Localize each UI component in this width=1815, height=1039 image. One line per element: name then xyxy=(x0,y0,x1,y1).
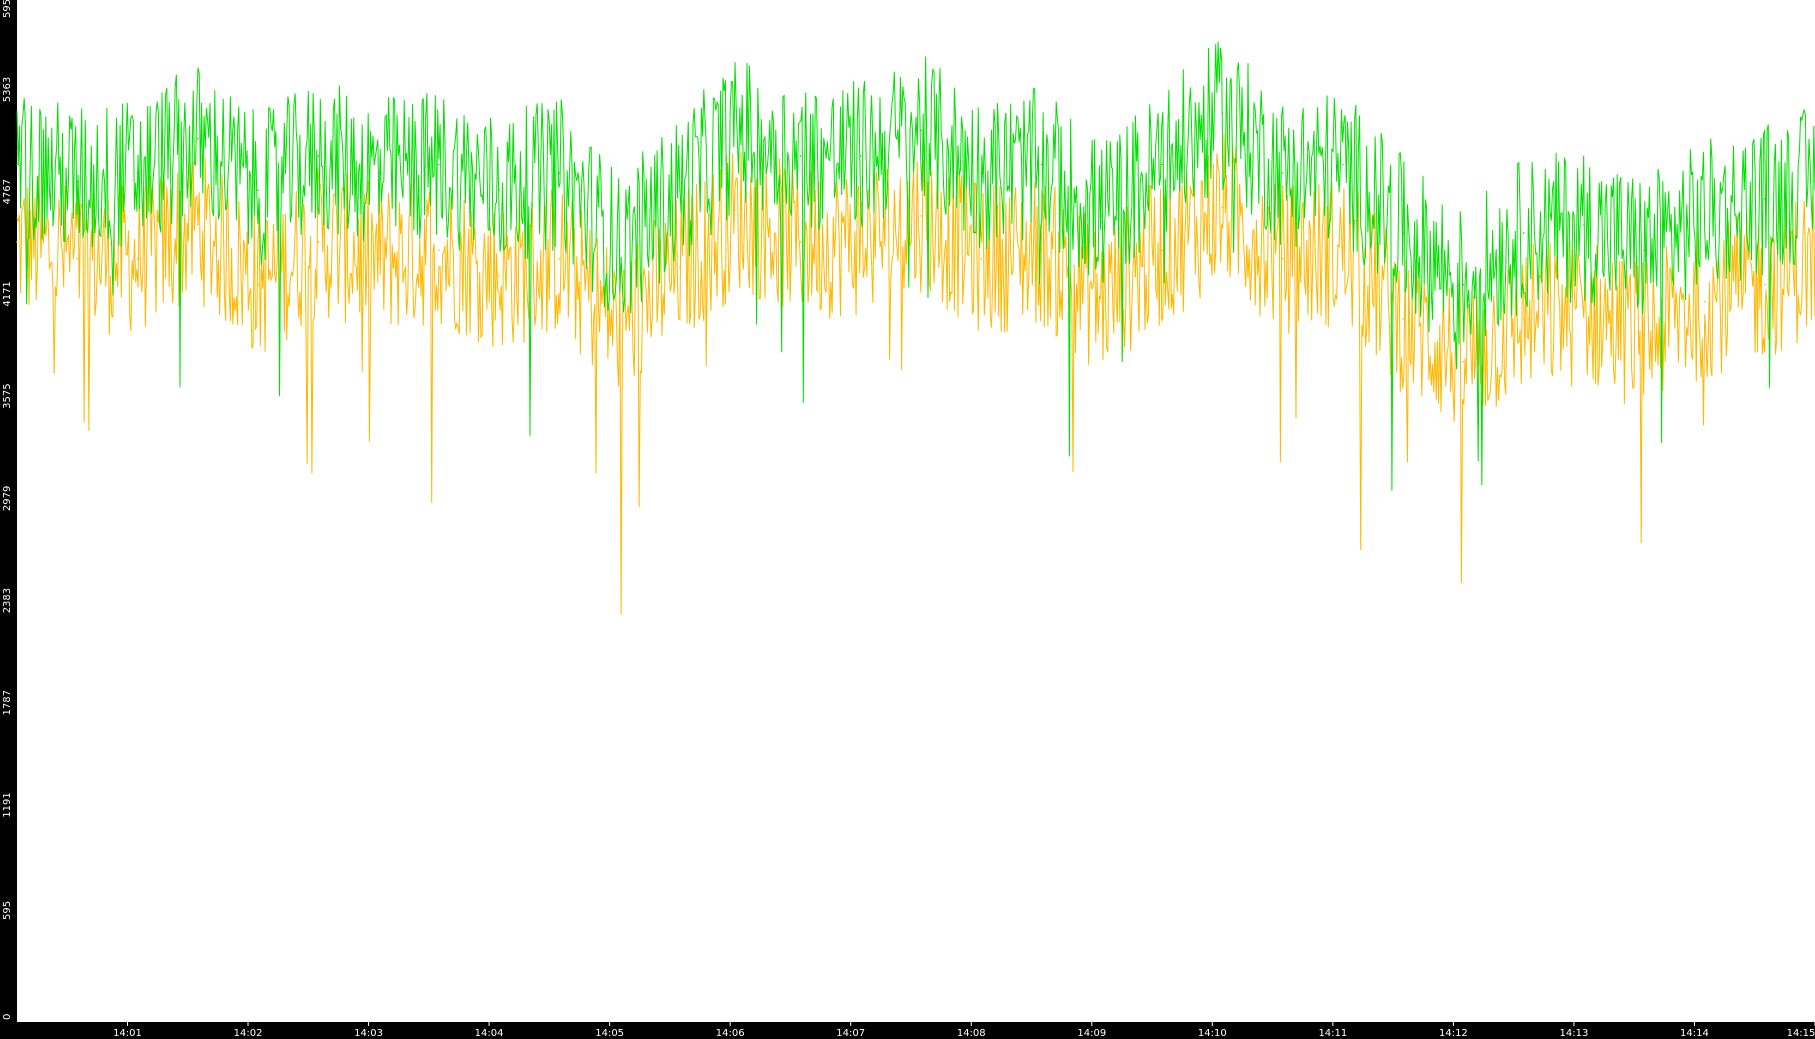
y-tick-label: 3575 xyxy=(2,383,13,408)
y-tick-label: 5363 xyxy=(2,77,13,102)
x-tick-label: 14:05 xyxy=(595,1028,624,1039)
data-point xyxy=(197,137,199,140)
data-point xyxy=(1040,249,1043,251)
x-tick-label: 14:01 xyxy=(113,1028,142,1039)
data-point xyxy=(438,249,440,251)
x-tick-label: 14:15 xyxy=(1787,1028,1815,1039)
chart-svg: 0 595 1191 1787 2383 2979 3575 4171 4767 5363 5959… xyxy=(2,0,1815,1039)
y-tick-label: 2979 xyxy=(2,486,13,511)
x-tick-label: 14:08 xyxy=(957,1028,986,1039)
data-point xyxy=(920,129,922,131)
data-point xyxy=(136,258,139,260)
x-tick-label: 14:07 xyxy=(836,1028,865,1039)
data-point xyxy=(16,163,18,166)
data-point xyxy=(739,215,741,217)
data-point xyxy=(498,189,500,191)
x-tick-label: 14:11 xyxy=(1318,1028,1347,1039)
data-point xyxy=(558,172,561,174)
data-point xyxy=(1281,258,1284,260)
data-point xyxy=(1522,232,1525,234)
data-point xyxy=(16,240,18,243)
y-tick-label: 4171 xyxy=(2,281,13,306)
data-point xyxy=(679,189,681,191)
data-point xyxy=(1221,206,1224,209)
y-tick-label: 5959 xyxy=(2,0,13,18)
data-point xyxy=(1703,300,1706,303)
data-point xyxy=(76,258,79,260)
data-point xyxy=(799,240,802,243)
data-point xyxy=(1040,163,1043,166)
data-point xyxy=(618,326,621,329)
data-point xyxy=(1643,335,1645,337)
x-tick-label: 14:13 xyxy=(1560,1028,1589,1039)
data-point xyxy=(1221,112,1224,114)
data-point xyxy=(257,189,259,191)
x-tick-label: 14:09 xyxy=(1077,1028,1106,1039)
data-point xyxy=(438,163,440,166)
data-point xyxy=(1643,249,1645,251)
y-tick-label: 1191 xyxy=(2,792,13,817)
y-axis: 0 595 1191 1787 2383 2979 3575 4171 4767 5363 5959 xyxy=(2,0,13,1020)
data-point xyxy=(317,155,320,157)
data-point xyxy=(679,266,681,269)
y-tick-label: 1787 xyxy=(2,690,13,715)
y-tick-label: 595 xyxy=(2,901,13,920)
data-point xyxy=(197,223,199,226)
data-point xyxy=(558,258,561,260)
x-tick-label: 14:14 xyxy=(1680,1028,1709,1039)
data-point xyxy=(377,172,380,174)
data-point xyxy=(618,249,621,251)
data-point xyxy=(1764,283,1766,286)
data-point xyxy=(1522,318,1525,320)
data-point xyxy=(1101,215,1103,217)
data-point xyxy=(1462,360,1465,363)
y-tick-label: 4767 xyxy=(2,179,13,204)
data-point xyxy=(1161,163,1163,166)
data-point xyxy=(980,258,983,260)
data-point xyxy=(1764,198,1766,200)
data-point xyxy=(1402,318,1404,320)
x-axis: 14:01 14:02 14:03 14:04 14:05 14:06 14:07 14:08… xyxy=(113,1022,1815,1039)
data-point xyxy=(1342,249,1344,251)
chart-area: 0 595 1191 1787 2383 2979 3575 4171 4767 5363 5959… xyxy=(0,0,1815,1039)
x-tick-label: 14:12 xyxy=(1439,1028,1468,1039)
data-point xyxy=(1583,223,1585,226)
data-point xyxy=(1402,232,1404,234)
x-tick-label: 14:06 xyxy=(716,1028,745,1039)
data-point xyxy=(76,180,79,183)
x-tick-label: 14:10 xyxy=(1198,1028,1227,1039)
data-point xyxy=(799,155,802,157)
y-tick-label: 2383 xyxy=(2,588,13,613)
data-point xyxy=(317,240,320,243)
data-point xyxy=(377,258,380,260)
plot-background xyxy=(17,0,1815,1022)
data-point xyxy=(1161,249,1163,251)
data-point xyxy=(739,129,741,131)
data-point xyxy=(136,172,139,174)
data-point xyxy=(1342,163,1344,166)
data-point xyxy=(498,275,500,277)
data-point xyxy=(1703,215,1706,217)
data-point xyxy=(257,283,259,286)
data-point xyxy=(1583,309,1585,312)
y-tick-label: 0 xyxy=(2,1014,13,1020)
data-point xyxy=(920,215,922,217)
x-tick-label: 14:02 xyxy=(234,1028,263,1039)
data-point xyxy=(1101,300,1103,303)
data-point xyxy=(860,155,862,157)
data-point xyxy=(860,240,862,243)
data-point xyxy=(1281,172,1284,174)
data-point xyxy=(1462,283,1465,286)
data-point xyxy=(980,172,983,174)
x-tick-label: 14:04 xyxy=(475,1028,504,1039)
x-tick-label: 14:03 xyxy=(354,1028,383,1039)
